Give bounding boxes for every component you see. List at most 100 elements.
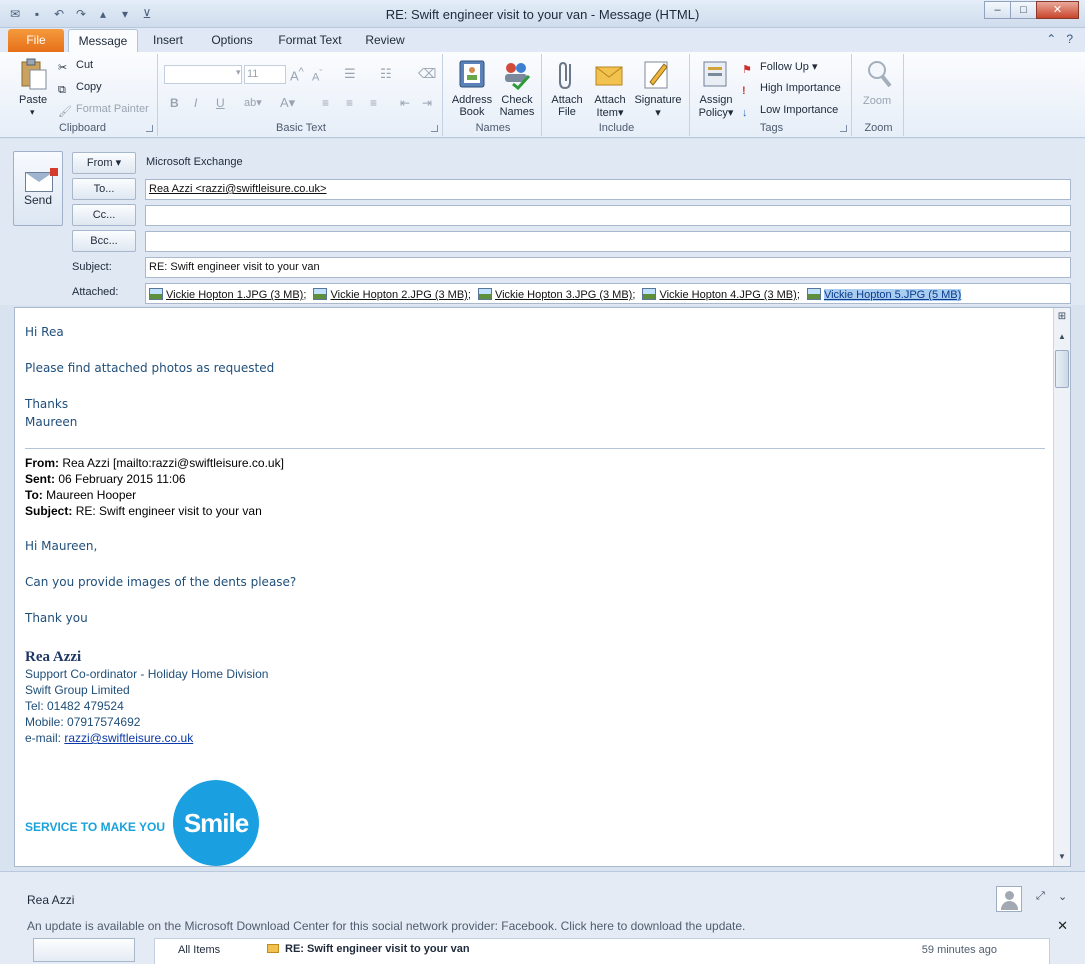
paste-icon[interactable] <box>18 58 48 90</box>
vertical-scrollbar[interactable]: ⊞ ▲ ▼ <box>1053 308 1070 866</box>
ruler-toggle-icon[interactable]: ⊞ <box>1055 310 1069 324</box>
tab-review[interactable]: Review <box>359 29 411 52</box>
tab-file[interactable]: File <box>8 29 64 52</box>
minimize-button[interactable]: – <box>984 1 1011 19</box>
activity-list[interactable]: All Items RE: Swift engineer visit to yo… <box>154 938 1050 964</box>
check-names-label-2: Names <box>499 106 535 118</box>
bold-button[interactable]: B <box>170 96 179 110</box>
highlight-icon[interactable]: ab▾ <box>244 96 262 109</box>
attach-item-button[interactable]: Attach Item▾ <box>590 94 630 119</box>
paperclip-icon[interactable] <box>552 58 582 90</box>
paste-button[interactable]: Paste <box>19 94 47 106</box>
signature-email-link[interactable]: razzi@swiftleisure.co.uk <box>64 731 193 745</box>
chevron-down-icon[interactable]: ⌄ <box>1058 890 1067 903</box>
bcc-button[interactable]: Bcc... <box>72 230 136 252</box>
tab-insert[interactable]: Insert <box>144 29 192 52</box>
people-pane-tab-button[interactable] <box>33 938 135 962</box>
check-names-button[interactable]: Check Names <box>497 94 537 118</box>
assign-policy-button[interactable]: Assign Policy▾ <box>696 94 736 119</box>
attachment-item[interactable]: Vickie Hopton 4.JPG (3 MB); <box>642 288 800 301</box>
scroll-down-icon[interactable]: ▼ <box>1055 850 1069 864</box>
expand-icon[interactable]: ⤢ <box>1036 890 1045 903</box>
align-left-icon[interactable]: ≡ <box>322 96 329 110</box>
signature-icon[interactable] <box>642 58 672 90</box>
zoom-button[interactable]: Zoom <box>863 95 891 107</box>
close-notification-icon[interactable]: ✕ <box>1057 918 1068 934</box>
tab-message[interactable]: Message <box>68 29 138 52</box>
list-filter[interactable]: All Items <box>178 944 220 956</box>
clear-formatting-icon[interactable]: ⌫ <box>418 66 436 82</box>
increase-indent-icon[interactable]: ⇥ <box>422 96 432 110</box>
align-center-icon[interactable]: ≡ <box>346 96 353 110</box>
attached-label: Attached: <box>72 286 119 298</box>
list-item[interactable]: RE: Swift engineer visit to your van <box>267 943 470 955</box>
address-book-button[interactable]: Address Book <box>451 94 493 118</box>
font-size-select[interactable]: 11 <box>244 65 286 84</box>
format-painter-button[interactable]: 🖌 Format Painter <box>58 103 149 119</box>
scroll-thumb[interactable] <box>1055 350 1069 388</box>
subject-field[interactable]: RE: Swift engineer visit to your van <box>145 257 1071 278</box>
underline-button[interactable]: U <box>216 96 225 110</box>
tab-options[interactable]: Options <box>203 29 261 52</box>
from-button-label: From <box>86 157 113 169</box>
people-pane: Rea Azzi ⤢ ⌄ An update is available on t… <box>0 871 1085 964</box>
address-book-icon[interactable] <box>457 58 487 90</box>
attachment-separator: ; <box>303 289 307 301</box>
to-recipient[interactable]: Rea Azzi <razzi@swiftleisure.co.uk> <box>149 183 326 195</box>
clipboard-launcher-icon[interactable] <box>146 125 153 132</box>
low-importance-button[interactable]: ↓ Low Importance <box>742 104 838 121</box>
cc-button[interactable]: Cc... <box>72 204 136 226</box>
font-color-icon[interactable]: A▾ <box>280 95 295 111</box>
quoted-sent: Sent: 06 February 2015 11:06 <box>25 471 1045 487</box>
update-notification[interactable]: An update is available on the Microsoft … <box>27 919 745 933</box>
copy-button[interactable]: ⧉ Copy <box>58 81 102 98</box>
grow-font-icon[interactable]: A^ <box>290 66 304 83</box>
quoted-line: Can you provide images of the dents plea… <box>25 575 297 589</box>
quoted-to: To: Maureen Hooper <box>25 487 1045 503</box>
to-field[interactable]: Rea Azzi <razzi@swiftleisure.co.uk> <box>145 179 1071 200</box>
bullets-icon[interactable]: ☰ <box>344 66 356 82</box>
envelope-icon[interactable] <box>594 58 624 90</box>
signature-button[interactable]: Signature ▾ <box>632 94 684 119</box>
align-right-icon[interactable]: ≡ <box>370 96 377 110</box>
bcc-field[interactable] <box>145 231 1071 252</box>
tab-format-text[interactable]: Format Text <box>272 29 348 52</box>
avatar[interactable] <box>996 886 1022 912</box>
attachment-item[interactable]: Vickie Hopton 2.JPG (3 MB); <box>313 288 471 301</box>
close-button[interactable]: ✕ <box>1036 1 1079 19</box>
maximize-button[interactable]: □ <box>1010 1 1037 19</box>
from-button[interactable]: From ▾ <box>72 152 136 174</box>
attachment-item[interactable]: Vickie Hopton 3.JPG (3 MB); <box>477 288 635 301</box>
cc-field[interactable] <box>145 205 1071 226</box>
message-body[interactable]: Hi Rea Please find attached photos as re… <box>14 307 1071 867</box>
to-button[interactable]: To... <box>72 178 136 200</box>
minimize-ribbon-icon[interactable]: ⌃ <box>1046 32 1056 46</box>
font-name-dropdown-icon[interactable]: ▾ <box>236 67 241 78</box>
paste-dropdown-icon[interactable]: ▾ <box>30 107 35 118</box>
check-names-icon[interactable] <box>501 58 531 90</box>
tags-launcher-icon[interactable] <box>840 125 847 132</box>
exclamation-icon: ! <box>742 85 746 97</box>
decrease-indent-icon[interactable]: ⇤ <box>400 96 410 110</box>
basic-text-launcher-icon[interactable] <box>431 125 438 132</box>
quoted-thanks: Thank you <box>25 611 88 625</box>
help-icon[interactable]: ? <box>1066 32 1073 46</box>
follow-up-button[interactable]: ⚑ Follow Up ▾ <box>742 60 817 77</box>
attachment-item[interactable]: Vickie Hopton 1.JPG (3 MB); <box>149 288 306 301</box>
attach-file-button[interactable]: Attach File <box>548 94 586 118</box>
send-button[interactable]: Send <box>13 151 63 226</box>
scroll-up-icon[interactable]: ▲ <box>1055 330 1069 344</box>
check-names-label-1: Check <box>501 94 533 106</box>
numbering-icon[interactable]: ☷ <box>380 66 392 82</box>
italic-button[interactable]: I <box>194 96 197 110</box>
cut-button[interactable]: ✂ Cut <box>58 59 93 75</box>
attachment-item-selected[interactable]: Vickie Hopton 5.JPG (5 MB) <box>806 288 962 301</box>
mail-item-icon <box>267 944 279 953</box>
message-content[interactable]: Hi Rea Please find attached photos as re… <box>25 323 1045 746</box>
font-name-select[interactable] <box>164 65 242 84</box>
high-importance-button[interactable]: ! High Importance <box>742 82 841 99</box>
magnifier-icon[interactable] <box>864 58 894 90</box>
body-thanks: Thanks <box>25 397 69 411</box>
shrink-font-icon[interactable]: Aˇ <box>312 68 322 84</box>
assign-policy-icon[interactable] <box>700 58 730 90</box>
